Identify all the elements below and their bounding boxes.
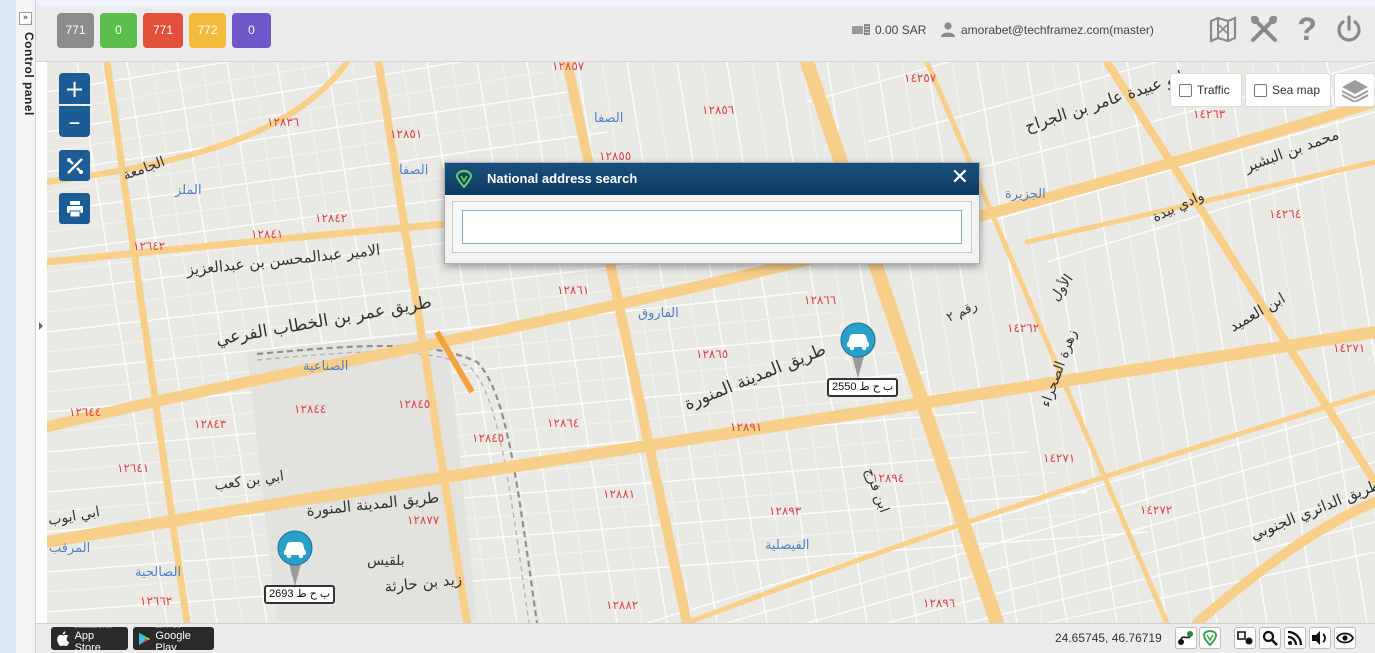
- rss-icon[interactable]: [1284, 627, 1306, 649]
- traffic-checkbox[interactable]: [1179, 83, 1192, 97]
- svg-text:١٢٨٤٥: ١٢٨٤٥: [472, 431, 504, 445]
- vehicle-marker-icon[interactable]: [840, 322, 876, 378]
- collapse-arrow-icon[interactable]: [39, 322, 43, 330]
- svg-text:١٢٨٩١: ١٢٨٩١: [730, 420, 762, 434]
- control-panel-label[interactable]: Control panel: [22, 32, 36, 116]
- svg-text:١٢٨٥١: ١٢٨٥١: [390, 127, 422, 141]
- svg-text:١٢٨٨١: ١٢٨٨١: [603, 487, 635, 501]
- shield-icon[interactable]: [1199, 627, 1221, 649]
- svg-text:الفاروق: الفاروق: [638, 306, 679, 321]
- svg-text:١٤٢٦٢: ١٤٢٦٢: [1007, 321, 1039, 335]
- svg-text:الصالحية: الصالحية: [135, 565, 181, 580]
- traffic-label: Traffic: [1197, 83, 1230, 97]
- svg-text:١٢٨٤٤: ١٢٨٤٤: [294, 402, 326, 416]
- vehicle-plate[interactable]: ب ح ط 2550: [827, 378, 899, 397]
- svg-text:١٢٨٨٢: ١٢٨٨٢: [606, 598, 638, 612]
- help-icon[interactable]: ?: [1291, 11, 1323, 47]
- map-book-icon[interactable]: [1207, 12, 1239, 46]
- svg-text:١٤٢٥٧: ١٤٢٥٧: [904, 71, 937, 85]
- svg-text:١٢٨٦٥: ١٢٨٦٥: [696, 347, 728, 361]
- dialog-title: National address search: [487, 171, 638, 186]
- eye-icon[interactable]: [1334, 627, 1356, 649]
- svg-text:١٤٢٧١: ١٤٢٧١: [1043, 451, 1075, 465]
- badge-idle[interactable]: 772: [189, 13, 226, 48]
- balance-text: 0.00 SAR: [875, 23, 927, 37]
- app-window: » Control panel 771 0 771 772 0 0.00 SAR…: [0, 0, 1375, 653]
- close-icon[interactable]: ✕: [951, 166, 969, 190]
- app-store-button[interactable]: Download on the App Store: [51, 624, 128, 653]
- svg-text:١٢٨٣٦: ١٢٨٣٦: [267, 115, 299, 129]
- svg-text:١٢٨٤٥: ١٢٨٤٥: [398, 397, 430, 411]
- svg-text:الصفا: الصفا: [594, 111, 623, 126]
- geofence-icon[interactable]: [1234, 627, 1256, 649]
- svg-text:المرقب: المرقب: [49, 541, 90, 556]
- svg-text:١٢٦٤٤: ١٢٦٤٤: [69, 405, 101, 419]
- svg-text:١٢٦٤٢: ١٢٦٤٢: [133, 239, 165, 253]
- map-canvas[interactable]: ١٢٨٥٧ ١٢٨٣٦ ١٢٨٥١ ١٢٨٥٦ ١٤٢٥٧ ١٢٨٥٥ ١٤٢٦…: [47, 62, 1375, 623]
- svg-text:١٢٦٤١: ١٢٦٤١: [117, 461, 149, 475]
- power-icon[interactable]: [1333, 12, 1365, 46]
- layers-icon[interactable]: [1334, 73, 1375, 107]
- svg-text:١٤٢٧١: ١٤٢٧١: [1333, 341, 1365, 355]
- svg-text:الفيصلية: الفيصلية: [765, 538, 810, 553]
- user-icon: [941, 22, 955, 37]
- address-logo-icon: [455, 170, 473, 188]
- national-address-search-dialog: National address search ✕: [444, 162, 980, 264]
- zoom-in-button[interactable]: +: [59, 73, 90, 104]
- svg-text:١٢٨٤٢: ١٢٨٤٢: [315, 211, 347, 225]
- traffic-toggle[interactable]: Traffic: [1170, 73, 1242, 107]
- svg-text:١٢٨٧٧: ١٢٨٧٧: [407, 513, 440, 527]
- search-icon[interactable]: [1259, 627, 1281, 649]
- apple-icon: [57, 631, 70, 646]
- badge-all-vehicles[interactable]: 771: [57, 13, 94, 48]
- svg-text:١٤٢٧٢: ١٤٢٧٢: [1140, 503, 1172, 517]
- measure-icon[interactable]: [59, 150, 90, 181]
- badge-moving[interactable]: 0: [100, 13, 137, 48]
- sound-icon[interactable]: [1309, 627, 1331, 649]
- svg-text:١٢٨٩٦: ١٢٨٩٦: [923, 596, 955, 610]
- control-panel-edge: [0, 0, 16, 653]
- svg-text:١٢٨٥٥: ١٢٨٥٥: [599, 149, 631, 163]
- badge-stopped[interactable]: 771: [143, 13, 183, 48]
- svg-text:١٤٢٦٣: ١٤٢٦٣: [1193, 107, 1226, 121]
- svg-text:١٢٨٩٣: ١٢٨٩٣: [769, 504, 802, 518]
- sea-map-label: Sea map: [1272, 83, 1321, 97]
- app-store-label: App Store: [74, 629, 101, 653]
- route-icon[interactable]: [1175, 627, 1197, 649]
- coordinates-readout: 24.65745, 46.76719: [1055, 631, 1162, 645]
- control-panel-toggle[interactable]: »: [19, 12, 32, 25]
- svg-text:١٢٨٦٤: ١٢٨٦٤: [547, 416, 579, 430]
- svg-text:بلقيس: بلقيس: [367, 553, 405, 569]
- svg-text:الجزيرة: الجزيرة: [1005, 187, 1046, 202]
- print-icon[interactable]: [59, 193, 90, 224]
- vehicle-plate[interactable]: ب ح ط 2693: [264, 585, 336, 604]
- svg-text:الصفا: الصفا: [399, 163, 428, 178]
- svg-text:١٢٨٥٦: ١٢٨٥٦: [702, 103, 734, 117]
- svg-text:١٤٢٦٤: ١٤٢٦٤: [1269, 207, 1301, 221]
- svg-text:١٢٦٦٢: ١٢٦٦٢: [140, 594, 172, 608]
- svg-text:١٢٨٦١: ١٢٨٦١: [557, 283, 589, 297]
- svg-text:١٢٨٤١: ١٢٨٤١: [251, 227, 283, 241]
- sea-map-checkbox[interactable]: [1254, 83, 1267, 97]
- money-icon: [852, 24, 870, 35]
- svg-text:١٢٨٥٧: ١٢٨٥٧: [552, 62, 585, 73]
- zoom-out-button[interactable]: –: [59, 106, 90, 137]
- vehicle-marker-icon[interactable]: [277, 530, 313, 586]
- google-play-icon: [139, 632, 151, 645]
- dialog-body: [452, 201, 972, 253]
- google-play-label: Google Play: [155, 629, 191, 653]
- map-tiles[interactable]: ١٢٨٥٧ ١٢٨٣٦ ١٢٨٥١ ١٢٨٥٦ ١٤٢٥٧ ١٢٨٥٥ ١٤٢٦…: [47, 62, 1375, 623]
- badge-offline[interactable]: 0: [232, 13, 271, 48]
- top-strip: [36, 0, 1375, 6]
- svg-text:الملز: الملز: [174, 183, 202, 198]
- google-play-button[interactable]: GET IT ON Google Play: [133, 624, 214, 653]
- user-account[interactable]: amorabet@techframez.com(master): [961, 23, 1154, 37]
- svg-text:الصناعية: الصناعية: [303, 359, 348, 374]
- address-search-input[interactable]: [462, 210, 962, 244]
- svg-text:١٢٨٦٦: ١٢٨٦٦: [804, 293, 836, 307]
- tools-icon[interactable]: [1248, 12, 1280, 46]
- svg-text:١٢٨٤٣: ١٢٨٤٣: [194, 417, 227, 431]
- sea-map-toggle[interactable]: Sea map: [1245, 73, 1331, 107]
- dialog-header[interactable]: National address search ✕: [445, 163, 979, 195]
